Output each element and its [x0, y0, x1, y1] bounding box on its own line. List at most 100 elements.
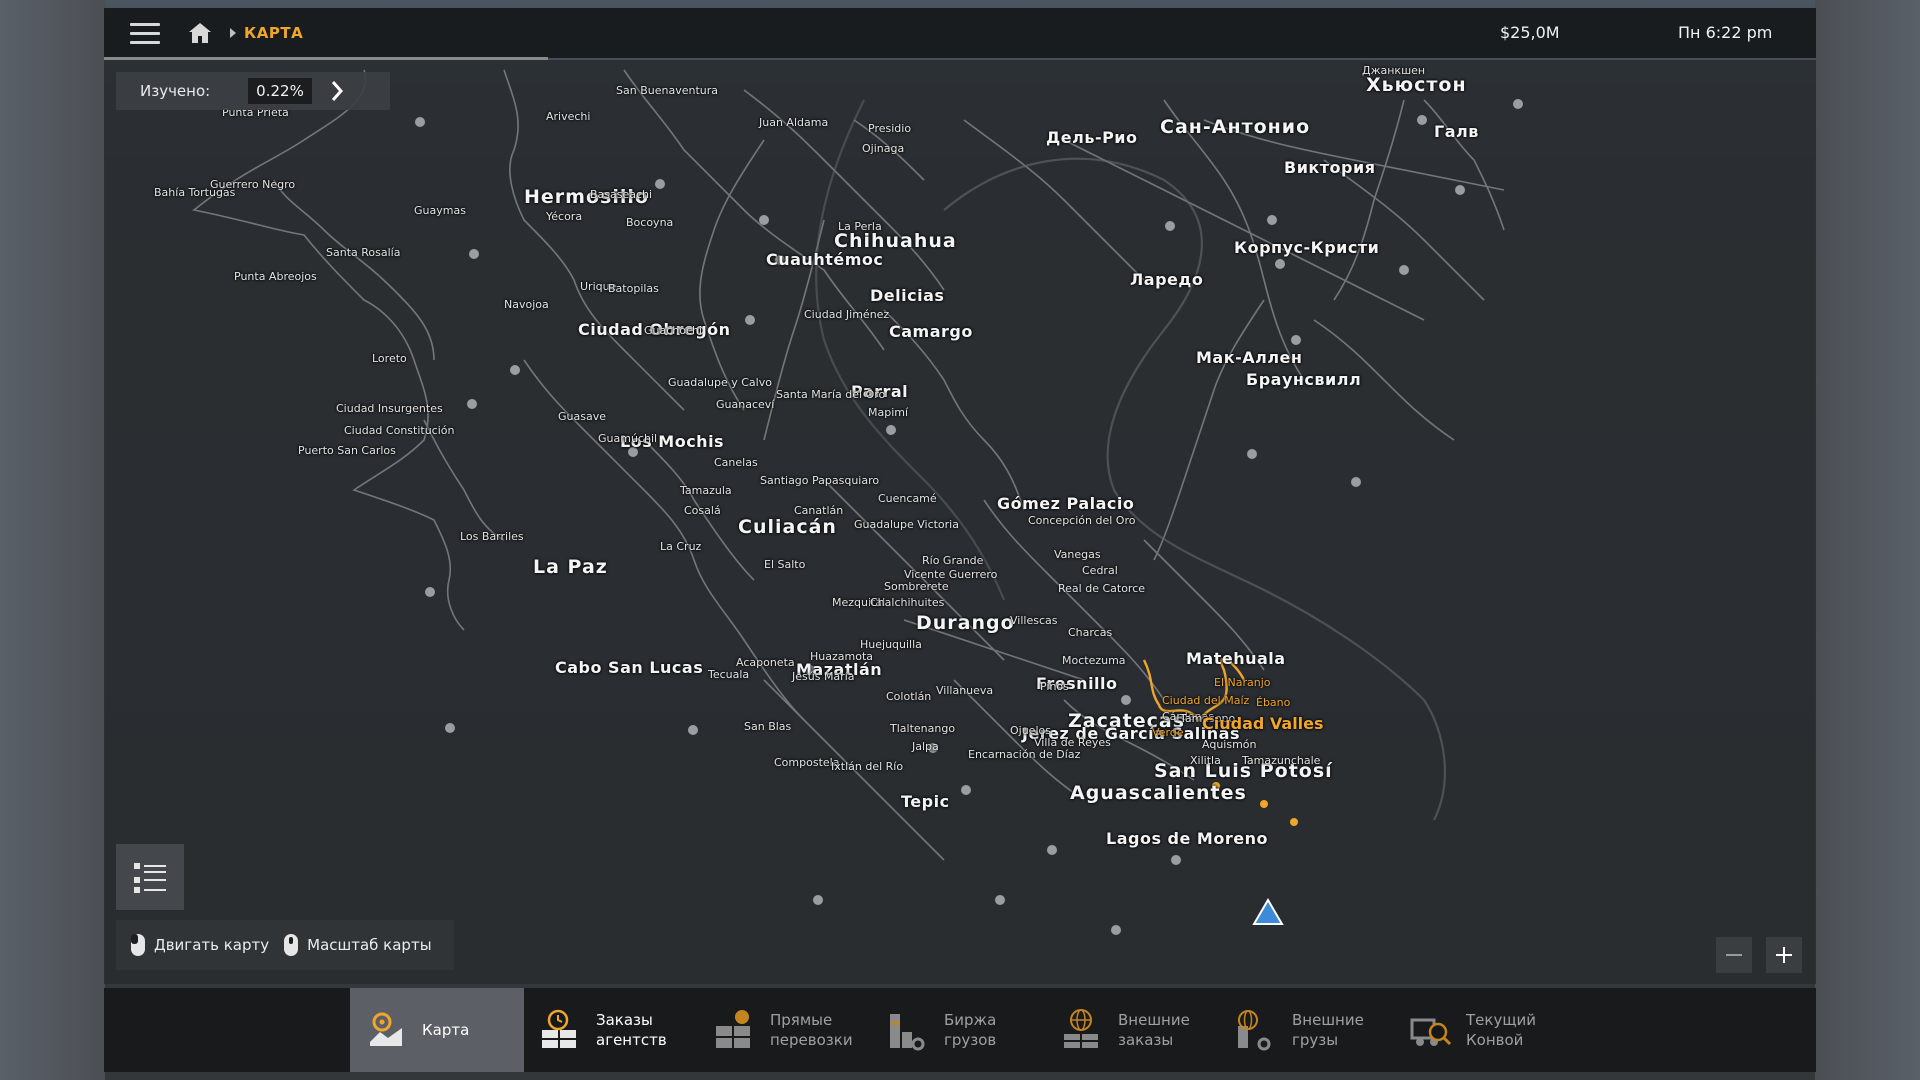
city-label: Jalpa	[912, 740, 939, 753]
city-label: Хьюстон	[1366, 74, 1467, 96]
city-label: Batopilas	[608, 282, 659, 295]
nav-freight-market[interactable]: Биржа грузов	[872, 988, 1046, 1072]
city-label: Tlaltenango	[890, 722, 956, 735]
city-label: Navojoa	[504, 298, 549, 311]
city-label: Culiacán	[738, 516, 837, 538]
city-label: Guanaceví	[716, 398, 775, 411]
city-label: Compostela	[774, 756, 840, 769]
nav-ext-orders-label: Внешние заказы	[1118, 1011, 1190, 1049]
mouse-icon	[284, 934, 299, 956]
city-label: Villanueva	[936, 684, 994, 697]
city-label: Guasave	[558, 410, 606, 423]
hamburger-menu-icon[interactable]	[120, 8, 170, 58]
hint-move-map: Двигать карту	[130, 933, 269, 957]
explored-panel[interactable]: Изучено: 0.22%	[116, 72, 390, 110]
city-label: Tecuala	[708, 668, 750, 681]
city-label: La Perla	[838, 220, 882, 233]
nav-external-orders[interactable]: Внешние заказы	[1046, 988, 1220, 1072]
city-label: Браунсвилл	[1246, 370, 1362, 389]
city-label: Tamazunchale	[1242, 754, 1321, 767]
city-label: Santa Rosalía	[326, 246, 401, 259]
city-label: El Salto	[764, 558, 806, 571]
explored-label: Изучено:	[140, 82, 211, 100]
nav-direct-label: Прямые перевозки	[770, 1011, 853, 1049]
map-roads-layer	[192, 69, 1523, 935]
world-map[interactable]: Hermosillo Chihuahua Cuauhtémoc Delicias…	[104, 60, 1816, 984]
city-label: Cuencamé	[878, 492, 937, 505]
city-label: Корпус-Кристи	[1234, 238, 1380, 257]
mouse-hints: Двигать карту Масштаб карты	[116, 920, 454, 970]
city-label: Ciudad Valles	[1202, 714, 1324, 733]
city-label: Canelas	[714, 456, 758, 469]
freight-icon	[890, 1014, 925, 1051]
top-bar: КАРТА $25,0M Пн 6:22 pm	[104, 8, 1816, 58]
city-label: Tepic	[901, 792, 950, 811]
city-label: Los Barriles	[460, 530, 524, 543]
nav-current-convoy[interactable]: Текущий Конвой	[1394, 988, 1568, 1072]
nav-direct-transport[interactable]: Прямые перевозки	[698, 988, 872, 1072]
hint-zoom-label: Масштаб карты	[307, 936, 432, 954]
city-label: Presidio	[868, 122, 912, 135]
city-label: Aquismón	[1202, 738, 1257, 751]
breadcrumb[interactable]: КАРТА	[244, 24, 303, 42]
zoom-in-button[interactable]	[1766, 937, 1802, 973]
mouse-icon	[131, 934, 145, 956]
city-label: Виктория	[1284, 158, 1376, 177]
city-label: Punta Abreojos	[234, 270, 317, 283]
hint-zoom-map: Масштаб карты	[283, 933, 432, 957]
city-label: Camargo	[889, 322, 973, 341]
city-label: Loreto	[372, 352, 407, 365]
money-display: $25,0M	[1500, 23, 1560, 42]
city-label: Real de Catorce	[1058, 582, 1146, 595]
globe-icon	[1064, 1009, 1098, 1048]
city-label: Jesús María	[792, 670, 855, 683]
city-label: Aguascalientes	[1070, 782, 1247, 804]
home-icon[interactable]	[180, 13, 220, 53]
city-label: Джанкшен	[1362, 64, 1426, 77]
nav-external-cargo[interactable]: Внешние грузы	[1220, 988, 1394, 1072]
city-label: Bahía Tortugas	[154, 186, 236, 199]
city-label: Durango	[916, 612, 1015, 634]
city-label: Yécora	[546, 210, 583, 223]
legend-list-icon[interactable]	[116, 844, 184, 910]
zoom-out-button[interactable]	[1716, 937, 1752, 973]
city-label: Basaseachi	[590, 188, 653, 201]
city-label: Ciudad del Maíz	[1162, 694, 1250, 707]
bottom-nav: Карта Заказы агентств Прямые перевозки Б…	[104, 988, 1816, 1072]
nav-map[interactable]: Карта	[350, 988, 524, 1072]
city-label: Juan Aldama	[759, 116, 829, 129]
nav-map-label: Карта	[422, 1021, 470, 1039]
city-label: Charcas	[1068, 626, 1113, 639]
city-label: Cabo San Lucas	[555, 658, 704, 677]
garage-left-wall	[0, 0, 105, 1080]
city-label: Cuauhtémoc	[766, 250, 884, 269]
city-label: Chihuahua	[834, 230, 957, 252]
city-label: Verde	[1152, 726, 1184, 739]
nav-convoy-label: Текущий Конвой	[1466, 1011, 1536, 1049]
city-label: Guaymas	[414, 204, 466, 217]
city-label: Puerto San Carlos	[298, 444, 396, 457]
city-label: Río Grande	[922, 554, 984, 567]
nav-ext-cargo-label: Внешние грузы	[1292, 1011, 1364, 1049]
city-label: Santa María del Oro	[776, 388, 886, 401]
city-label: Guadalupe y Calvo	[668, 376, 772, 389]
city-label: Mapimí	[868, 406, 909, 419]
city-label: Guamúchil	[598, 432, 658, 445]
city-label: Canatlán	[794, 504, 844, 517]
chevron-right-icon[interactable]	[330, 79, 350, 103]
city-label: La Paz	[533, 556, 608, 578]
city-label: Ébano	[1256, 696, 1291, 709]
city-label: La Cruz	[660, 540, 702, 553]
city-label: Ларедо	[1130, 270, 1204, 289]
city-label: Chalchihuites	[870, 596, 945, 609]
nav-agency-orders[interactable]: Заказы агентств	[524, 988, 698, 1072]
city-label: Pinos	[1040, 680, 1069, 693]
city-label: Matehuala	[1186, 649, 1286, 668]
city-label: Cosalá	[684, 504, 721, 517]
city-label: Moctezuma	[1062, 654, 1126, 667]
city-label: Сан-Антонио	[1160, 116, 1311, 138]
city-label: Bocoyna	[626, 216, 674, 229]
city-label: Delicias	[870, 286, 945, 305]
city-label: Santiago Papasquiaro	[760, 474, 880, 487]
city-label: Encarnación de Díaz	[968, 748, 1081, 761]
